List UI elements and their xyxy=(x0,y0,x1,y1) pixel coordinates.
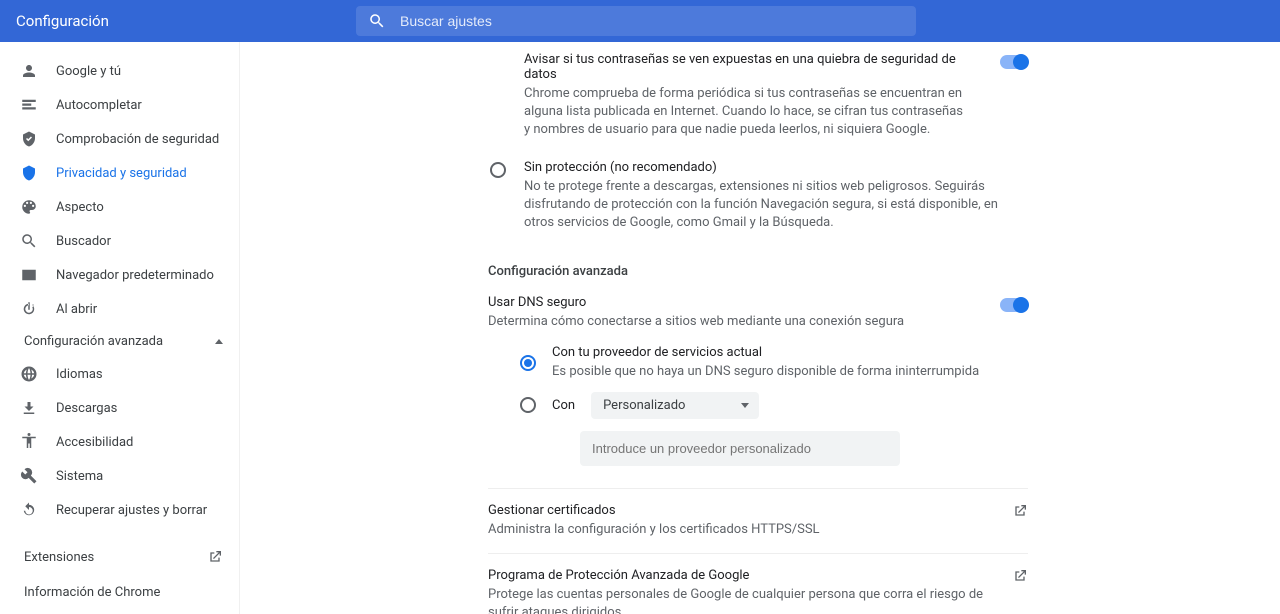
setting-no-protection: Sin protección (no recomendado) No te pr… xyxy=(488,150,1028,243)
search-box[interactable] xyxy=(356,6,916,36)
sidebar-item-security-check[interactable]: Comprobación de seguridad xyxy=(4,122,239,156)
nav-label: Comprobación de seguridad xyxy=(56,132,219,147)
manage-certificates-row[interactable]: Gestionar certificados Administra la con… xyxy=(488,488,1028,553)
sidebar-item-accessibility[interactable]: Accesibilidad xyxy=(4,425,239,459)
wrench-icon xyxy=(20,467,38,485)
setting-title: Sin protección (no recomendado) xyxy=(524,160,1028,175)
setting-desc: No te protege frente a descargas, extens… xyxy=(524,178,1028,233)
search-input[interactable] xyxy=(400,13,904,29)
nav-label: Accesibilidad xyxy=(56,435,133,450)
autocomplete-icon xyxy=(20,96,38,114)
launch-icon xyxy=(207,549,223,565)
setting-desc: Determina cómo conectarse a sitios web m… xyxy=(488,313,972,331)
palette-icon xyxy=(20,198,38,216)
dns-custom-radio[interactable] xyxy=(520,397,536,413)
accessibility-icon xyxy=(20,433,38,451)
nav-label: Sistema xyxy=(56,469,103,484)
setting-desc: Chrome comprueba de forma periódica si t… xyxy=(524,85,972,140)
advanced-section-label: Configuración avanzada xyxy=(488,242,1028,289)
dns-current-radio[interactable] xyxy=(520,355,536,371)
power-icon xyxy=(20,300,38,318)
setting-title: Avisar si tus contraseñas se ven expuest… xyxy=(524,52,972,82)
about-label: Información de Chrome xyxy=(24,585,160,600)
sidebar-item-autofill[interactable]: Autocompletar xyxy=(4,88,239,122)
sidebar-item-search-engine[interactable]: Buscador xyxy=(4,224,239,258)
sidebar-item-system[interactable]: Sistema xyxy=(4,459,239,493)
link-title: Programa de Protección Avanzada de Googl… xyxy=(488,568,996,583)
dns-options-block: Con tu proveedor de servicios actual Es … xyxy=(488,345,1028,465)
dns-provider-dropdown[interactable]: Personalizado xyxy=(591,392,759,419)
dns-option-current-provider: Con tu proveedor de servicios actual Es … xyxy=(520,345,1028,381)
no-protection-radio[interactable] xyxy=(490,162,506,178)
nav-label: Recuperar ajustes y borrar xyxy=(56,503,207,518)
sidebar-item-google-you[interactable]: Google y tú xyxy=(4,54,239,88)
person-icon xyxy=(20,62,38,80)
sidebar-item-default-browser[interactable]: Navegador predeterminado xyxy=(4,258,239,292)
nav-label: Privacidad y seguridad xyxy=(56,166,187,181)
sidebar-item-privacy-security[interactable]: Privacidad y seguridad xyxy=(4,156,239,190)
chevron-up-icon xyxy=(215,339,223,344)
option-desc: Es posible que no haya un DNS seguro dis… xyxy=(552,363,1028,381)
nav-label: Buscador xyxy=(56,234,111,249)
sidebar-item-appearance[interactable]: Aspecto xyxy=(4,190,239,224)
extensions-label: Extensiones xyxy=(24,550,94,565)
sidebar-advanced-toggle[interactable]: Configuración avanzada xyxy=(4,326,239,357)
shield-check-icon xyxy=(20,130,38,148)
reset-icon xyxy=(20,501,38,519)
link-desc: Protege las cuentas personales de Google… xyxy=(488,586,996,614)
chevron-down-icon xyxy=(741,403,749,408)
dropdown-label: Personalizado xyxy=(603,398,685,413)
search-icon xyxy=(20,232,38,250)
setting-password-warn: Avisar si tus contraseñas se ven expuest… xyxy=(488,42,1028,150)
setting-title: Usar DNS seguro xyxy=(488,295,972,310)
nav-label: Al abrir xyxy=(56,302,97,317)
option-title: Con tu proveedor de servicios actual xyxy=(552,345,1028,360)
sidebar-item-languages[interactable]: Idiomas xyxy=(4,357,239,391)
sidebar-item-reset[interactable]: Recuperar ajustes y borrar xyxy=(4,493,239,527)
sidebar-extensions-link[interactable]: Extensiones xyxy=(4,539,239,575)
advanced-protection-row[interactable]: Programa de Protección Avanzada de Googl… xyxy=(488,553,1028,614)
browser-icon xyxy=(20,266,38,284)
main-content: Avisar si tus contraseñas se ven expuest… xyxy=(478,42,1038,614)
custom-with-label: Con xyxy=(552,398,575,413)
sidebar-item-downloads[interactable]: Descargas xyxy=(4,391,239,425)
nav-label: Idiomas xyxy=(56,367,103,382)
secure-dns-toggle[interactable] xyxy=(1000,298,1028,312)
header-title: Configuración xyxy=(16,12,356,30)
link-title: Gestionar certificados xyxy=(488,503,996,518)
app-header: Configuración xyxy=(0,0,1280,42)
dns-custom-input[interactable] xyxy=(580,431,900,466)
download-icon xyxy=(20,399,38,417)
launch-icon xyxy=(1012,568,1028,584)
shield-icon xyxy=(20,164,38,182)
launch-icon xyxy=(1012,503,1028,519)
advanced-label: Configuración avanzada xyxy=(24,334,163,349)
setting-secure-dns: Usar DNS seguro Determina cómo conectars… xyxy=(488,289,1028,341)
globe-icon xyxy=(20,365,38,383)
nav-label: Aspecto xyxy=(56,200,104,215)
nav-label: Navegador predeterminado xyxy=(56,268,214,283)
sidebar: Google y tú Autocompletar Comprobación d… xyxy=(0,42,240,614)
link-desc: Administra la configuración y los certif… xyxy=(488,521,996,539)
sidebar-about-chrome[interactable]: Información de Chrome xyxy=(4,575,239,610)
password-warn-toggle[interactable] xyxy=(1000,55,1028,69)
nav-label: Descargas xyxy=(56,401,117,416)
sidebar-item-on-startup[interactable]: Al abrir xyxy=(4,292,239,326)
nav-label: Google y tú xyxy=(56,64,121,79)
nav-label: Autocompletar xyxy=(56,98,142,113)
dns-option-custom: Con Personalizado xyxy=(520,392,1028,419)
search-icon xyxy=(368,12,386,30)
